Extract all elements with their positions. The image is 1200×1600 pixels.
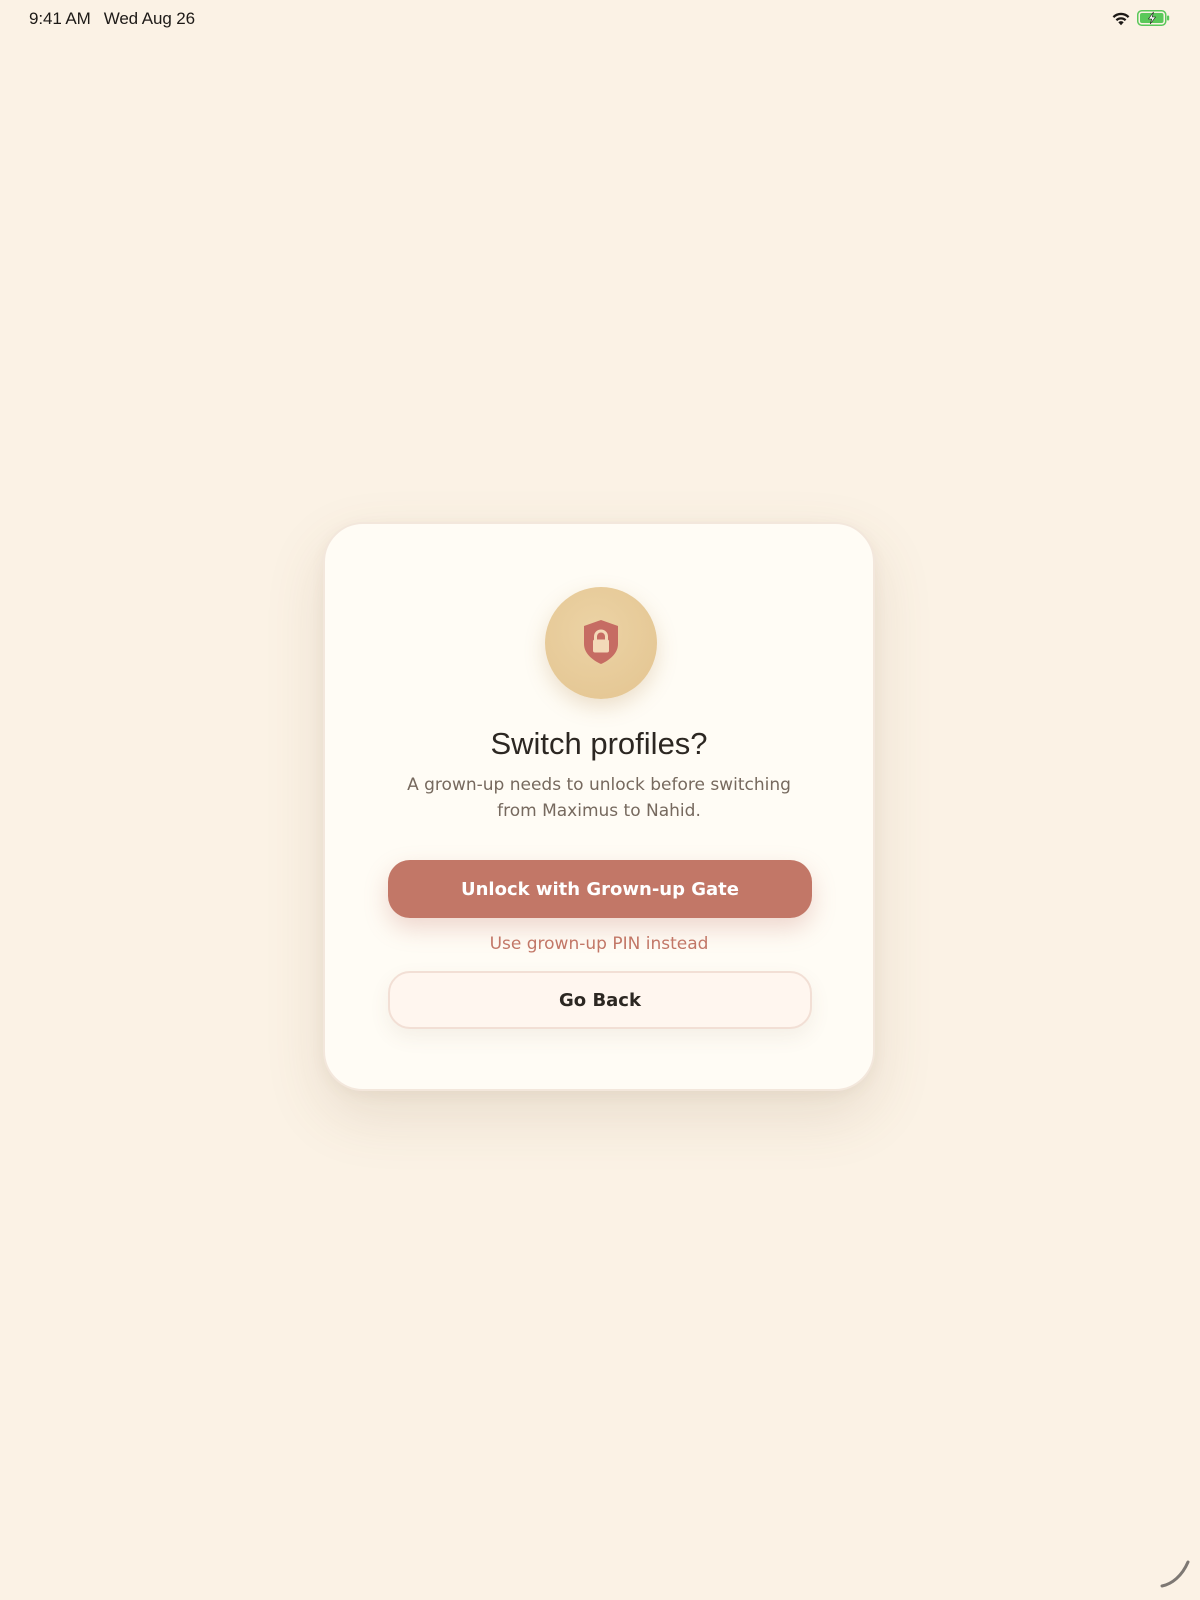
- status-left: 9:41 AM Wed Aug 26: [29, 9, 195, 29]
- status-date: Wed Aug 26: [103, 9, 196, 28]
- status-bar: 9:41 AM Wed Aug 26: [0, 0, 1200, 38]
- wifi-icon: [1111, 11, 1131, 26]
- unlock-grown-up-gate-button[interactable]: Unlock with Grown-up Gate: [388, 860, 812, 918]
- lock-badge: [545, 587, 657, 699]
- dialog-title: Switch profiles?: [490, 726, 708, 761]
- dialog-message: A grown-up needs to unlock before switch…: [407, 775, 791, 821]
- switch-profile-dialog: Switch profiles? A grown-up needs to unl…: [323, 522, 875, 1091]
- go-back-button[interactable]: Go Back: [388, 971, 812, 1029]
- status-right: [1111, 10, 1170, 26]
- scroll-indicator-icon: [1158, 1556, 1192, 1594]
- use-pin-link[interactable]: Use grown-up PIN instead: [325, 934, 873, 954]
- battery-charging-icon: [1137, 10, 1170, 26]
- status-time: 9:41 AM: [29, 9, 91, 28]
